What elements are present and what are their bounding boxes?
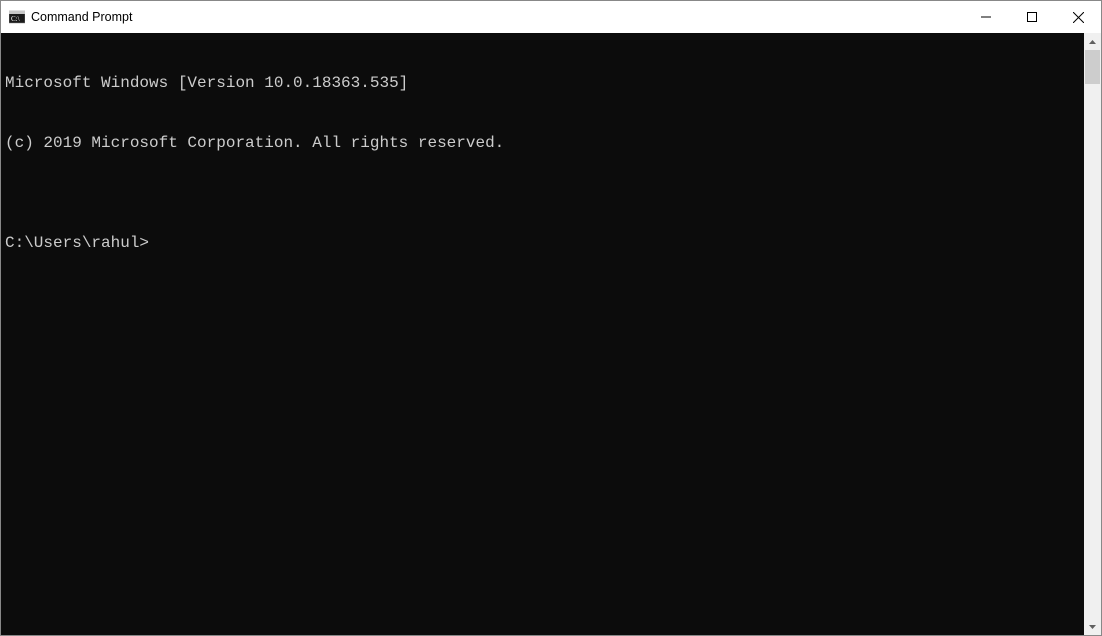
terminal-line: Microsoft Windows [Version 10.0.18363.53… (5, 73, 1080, 93)
scroll-track[interactable] (1084, 50, 1101, 618)
titlebar-left: C:\ Command Prompt (9, 9, 132, 25)
minimize-button[interactable] (963, 1, 1009, 33)
scroll-up-arrow-icon[interactable] (1084, 33, 1101, 50)
window-title: Command Prompt (31, 10, 132, 24)
scroll-down-arrow-icon[interactable] (1084, 618, 1101, 635)
vertical-scrollbar[interactable] (1084, 33, 1101, 635)
content-wrap: Microsoft Windows [Version 10.0.18363.53… (1, 33, 1101, 635)
svg-text:C:\: C:\ (11, 15, 20, 23)
terminal-prompt: C:\Users\rahul> (5, 233, 1080, 253)
titlebar[interactable]: C:\ Command Prompt (1, 1, 1101, 33)
maximize-button[interactable] (1009, 1, 1055, 33)
window-controls (963, 1, 1101, 33)
scroll-thumb[interactable] (1085, 50, 1100, 84)
cmd-icon: C:\ (9, 9, 25, 25)
terminal-line: (c) 2019 Microsoft Corporation. All righ… (5, 133, 1080, 153)
terminal-output[interactable]: Microsoft Windows [Version 10.0.18363.53… (1, 33, 1084, 635)
close-button[interactable] (1055, 1, 1101, 33)
